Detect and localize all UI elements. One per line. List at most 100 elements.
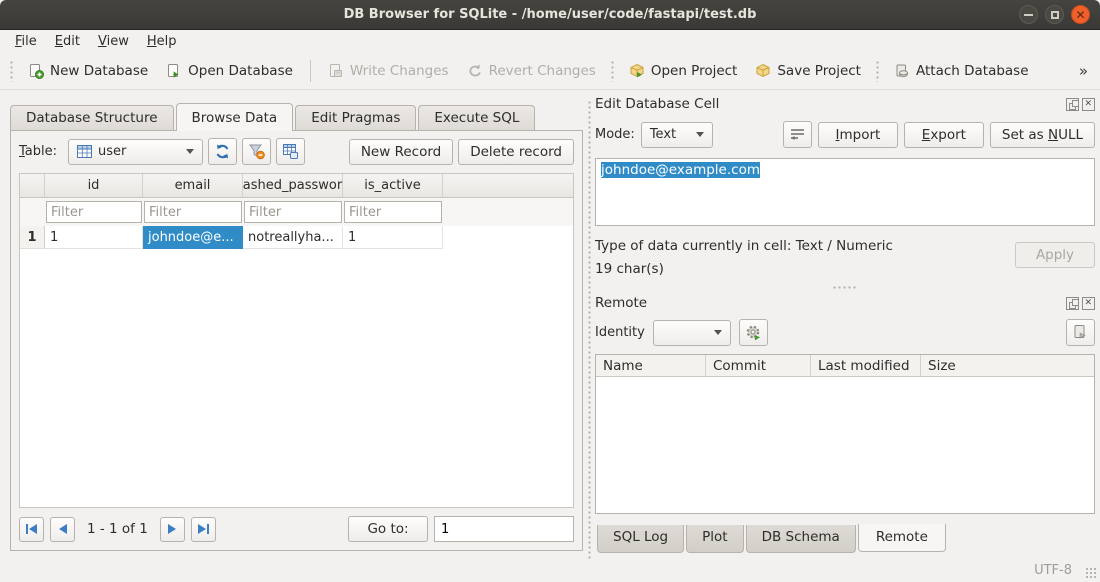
identity-settings-button[interactable] [739,319,768,346]
filter-input-email[interactable] [144,201,242,223]
table-select[interactable]: user [68,139,203,165]
tab-sql-log[interactable]: SQL Log [597,525,684,553]
previous-record-icon [59,524,67,534]
new-record-button[interactable]: New Record [349,139,453,165]
tab-execute-sql[interactable]: Execute SQL [418,105,535,131]
table-row: 1 1 johndoe@e... notreallyha... 1 [20,226,573,249]
column-header-id[interactable]: id [45,174,143,197]
mode-select[interactable]: Text [641,122,713,148]
close-button[interactable]: ✕ [1071,5,1090,24]
maximize-button[interactable] [1045,5,1064,24]
remote-table-body [596,377,1094,513]
menu-edit[interactable]: Edit [46,32,89,51]
table-controls-row: Table: user [11,131,582,171]
edit-cell-float-button[interactable] [1066,98,1079,111]
toolbar-separator [310,60,311,82]
edit-cell-close-button[interactable] [1082,98,1095,111]
window-controls: ✕ [1019,5,1100,24]
identity-label: Identity [595,325,645,340]
panel-splitter-handle[interactable] [587,100,592,560]
cell-is-active[interactable]: 1 [343,226,443,249]
attach-database-button[interactable]: Attach Database [887,58,1036,84]
previous-record-button[interactable] [50,517,75,542]
grid-filter-row [20,198,573,226]
cell-email-selected[interactable]: johndoe@e... [143,226,243,249]
cell-char-count: 19 char(s) [595,261,893,277]
cell-mode-row: Mode: Text Import Export Set as NULL [595,121,1095,148]
remote-column-name[interactable]: Name [596,355,706,376]
toolbar-drag-handle-2 [610,60,615,82]
new-database-icon [28,63,44,79]
cell-editor[interactable]: johndoe@example.com [595,158,1095,226]
export-button[interactable]: Export [904,122,984,148]
data-grid: id email ashed_passwor is_active 1 1 joh… [19,173,574,508]
write-changes-button: Write Changes [321,58,456,84]
status-bar: UTF-8 [0,558,1100,582]
delete-record-button[interactable]: Delete record [458,139,574,165]
refresh-icon [214,143,231,160]
main-content: Database Structure Browse Data Edit Prag… [0,90,1100,582]
open-project-icon [629,63,645,79]
remote-column-size[interactable]: Size [921,355,1094,376]
cell-info-row: Type of data currently in cell: Text / N… [595,238,1095,277]
open-database-button[interactable]: Open Database [159,58,300,84]
menu-view[interactable]: View [89,32,138,51]
tab-database-structure[interactable]: Database Structure [10,105,174,131]
push-database-button[interactable] [1066,319,1095,346]
browse-data-pane: Table: user [10,130,583,551]
new-database-button[interactable]: New Database [21,58,155,84]
edit-cell-title: Edit Database Cell [595,96,719,112]
remote-float-button[interactable] [1066,297,1079,310]
tab-db-schema[interactable]: DB Schema [746,525,856,553]
dock-splitter-handle[interactable] [832,285,858,291]
filter-input-is-active[interactable] [344,201,442,223]
remote-column-commit[interactable]: Commit [706,355,811,376]
remote-column-last-modified[interactable]: Last modified [811,355,921,376]
column-header-hashed-password[interactable]: ashed_passwor [243,174,343,197]
chevron-down-icon [714,330,722,335]
tab-edit-pragmas[interactable]: Edit Pragmas [295,105,416,131]
menu-help[interactable]: Help [138,32,186,51]
last-record-icon [198,524,206,534]
save-project-button[interactable]: Save Project [748,58,868,84]
tab-remote[interactable]: Remote [858,524,946,552]
cell-hashed-password[interactable]: notreallyha... [243,226,343,249]
filter-input-hashed-password[interactable] [244,201,342,223]
remote-close-button[interactable] [1082,297,1095,310]
menu-bar: File Edit View Help [0,30,1100,53]
next-record-icon [168,524,176,534]
row-header-1[interactable]: 1 [20,226,45,249]
minimize-button[interactable] [1019,5,1038,24]
clear-filters-button[interactable] [242,138,271,165]
last-record-button[interactable] [191,517,216,542]
set-as-null-button[interactable]: Set as NULL [990,122,1095,148]
menu-file[interactable]: File [6,32,46,51]
import-button[interactable]: Import [818,122,898,148]
first-record-button[interactable] [19,517,44,542]
column-header-is-active[interactable]: is_active [343,174,443,197]
identity-select[interactable] [653,320,731,346]
column-header-email[interactable]: email [143,174,243,197]
attach-database-icon [894,63,910,79]
open-project-button[interactable]: Open Project [622,58,745,84]
toolbar-overflow-chevron[interactable]: » [1079,62,1094,80]
grid-corner-cell[interactable] [20,174,45,197]
right-dock-panel: Edit Database Cell Mode: Text Import Exp… [595,94,1095,553]
next-record-button[interactable] [160,517,185,542]
refresh-button[interactable] [208,138,237,165]
goto-button[interactable]: Go to: [348,516,428,542]
tab-browse-data[interactable]: Browse Data [176,103,294,131]
remote-files-table: Name Commit Last modified Size [595,354,1095,514]
first-record-icon [29,524,37,534]
chevron-down-icon [186,149,194,154]
resize-grip[interactable] [1085,567,1097,579]
word-wrap-button[interactable] [783,121,812,148]
save-results-button[interactable] [276,138,305,165]
goto-record-input[interactable] [434,516,574,542]
cell-id[interactable]: 1 [45,226,143,249]
save-project-icon [755,63,771,79]
filter-input-id[interactable] [46,201,142,223]
gear-icon [745,324,762,341]
open-database-icon [166,63,182,79]
tab-plot[interactable]: Plot [686,525,743,553]
